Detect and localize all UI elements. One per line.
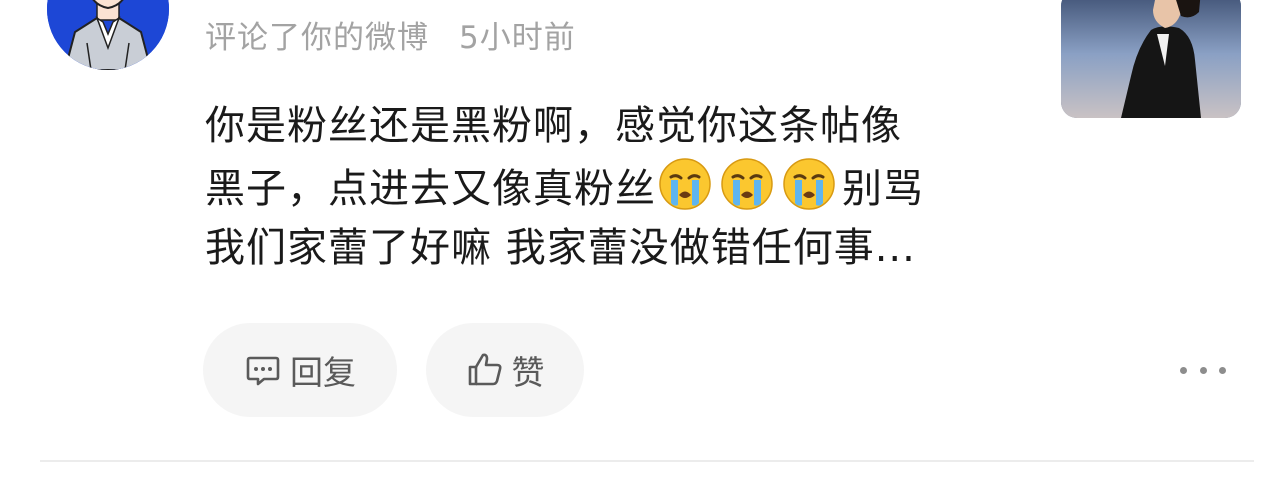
comment-line-2-tail: 别骂 (842, 166, 924, 212)
comment-content: 你是粉丝还是黑粉啊，感觉你这条帖像 黑子，点进去又像真粉丝 别骂 我们家蕾了好嘛… (205, 96, 1025, 279)
thumbnail-photo-icon (1061, 0, 1241, 118)
divider (40, 460, 1254, 462)
comment-line-2-text: 黑子，点进去又像真粉丝 (205, 166, 656, 212)
crying-face-emoji-icon (721, 158, 773, 210)
more-options-button[interactable] (1180, 356, 1226, 384)
comment-notification: 评论了你的微博 5小时前 你是粉丝还是黑粉啊，感觉你这条帖像 黑子，点进去又像真… (0, 0, 1282, 493)
reply-label: 回复 (290, 353, 356, 392)
reply-button[interactable]: 回复 (203, 323, 397, 417)
more-dot-icon (1180, 366, 1187, 374)
post-thumbnail[interactable] (1061, 0, 1241, 118)
user-avatar[interactable] (47, 0, 169, 70)
comment-line-3: 我们家蕾了好嘛 我家蕾没做错任何事... (205, 225, 916, 271)
like-button[interactable]: 赞 (426, 323, 584, 417)
more-dot-icon (1199, 366, 1207, 374)
like-label: 赞 (511, 353, 545, 392)
comment-line-2: 黑子，点进去又像真粉丝 别骂 (205, 157, 1025, 218)
comment-line-1: 你是粉丝还是黑粉啊，感觉你这条帖像 (205, 103, 902, 149)
avatar-illustration-icon (47, 0, 169, 70)
reply-comment-icon (246, 356, 280, 386)
comment-time: 5小时前 (459, 20, 576, 56)
thumbs-up-icon (468, 353, 501, 386)
more-dot-icon (1219, 366, 1226, 374)
crying-face-emoji-icon (783, 158, 835, 210)
comment-meta: 评论了你的微博 5小时前 (205, 18, 576, 58)
crying-face-emoji-icon (659, 158, 711, 210)
meta-action-text: 评论了你的微博 (205, 20, 429, 56)
